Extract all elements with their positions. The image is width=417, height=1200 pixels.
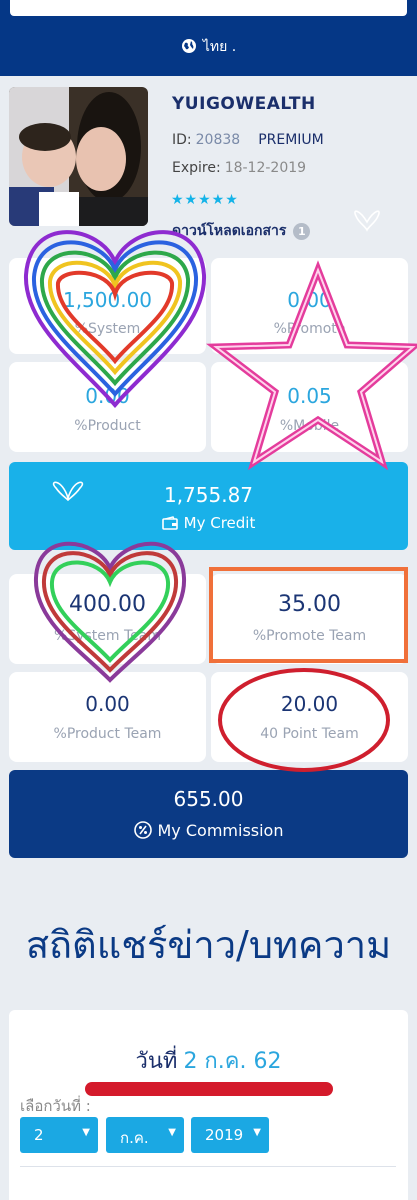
year-select[interactable]: 2019 ▼ <box>191 1117 269 1153</box>
expire-value: 18-12-2019 <box>224 160 307 176</box>
stat-label: %Promote <box>273 321 346 337</box>
caret-down-icon: ▼ <box>168 1127 176 1138</box>
year-value: 2019 <box>205 1126 244 1144</box>
selected-date-heading: วันที่ 2 ก.ค. 62 <box>0 1043 417 1078</box>
stat-card-mobile: 0.05 %Mobile <box>211 362 408 452</box>
team-label: %System Team <box>54 628 161 644</box>
commission-value: 655.00 <box>173 787 244 811</box>
credit-label: My Credit <box>183 514 256 532</box>
stat-label: %Product <box>74 418 141 434</box>
wallet-icon <box>161 516 178 534</box>
team-card-point: 20.00 40 Point Team <box>211 672 408 762</box>
commission-label-row: My Commission <box>9 821 408 843</box>
caret-down-icon: ▼ <box>82 1127 90 1138</box>
credit-label-row: My Credit <box>9 514 408 534</box>
stat-card-system: 1,500.00 %System <box>9 258 206 354</box>
caret-down-icon: ▼ <box>253 1127 261 1138</box>
top-bar: ไทย . <box>0 0 417 76</box>
team-value: 0.00 <box>85 692 130 716</box>
team-value: 400.00 <box>69 592 146 617</box>
membership-tier: PREMIUM <box>258 132 324 148</box>
day-value: 2 <box>34 1126 44 1144</box>
globe-icon <box>181 38 197 58</box>
stat-card-product: 0.00 %Product <box>9 362 206 452</box>
download-count-badge: 1 <box>293 223 311 240</box>
team-card-product: 0.00 %Product Team <box>9 672 206 762</box>
language-label: ไทย . <box>202 39 237 55</box>
stat-value: 0.00 <box>85 384 130 408</box>
my-credit-card[interactable]: 1,755.87 My Credit <box>9 462 408 550</box>
team-value: 35.00 <box>278 592 341 617</box>
avatar <box>9 87 148 226</box>
stat-value: 0.00 <box>287 288 332 312</box>
id-value: 20838 <box>195 132 241 148</box>
username: YUIGOWEALTH <box>172 94 316 114</box>
divider <box>20 1166 396 1167</box>
stat-card-promote: 0.00 %Promote <box>211 258 408 354</box>
date-label: วันที่ <box>135 1049 178 1074</box>
rating-stars: ★★★★★ <box>171 192 239 208</box>
team-label: 40 Point Team <box>260 726 359 742</box>
team-card-system: 400.00 %System Team <box>9 574 206 664</box>
stat-value: 0.05 <box>287 384 332 408</box>
month-value: ก.ค. <box>120 1129 149 1147</box>
stat-label: %Mobile <box>279 418 340 434</box>
team-label: %Product Team <box>53 726 162 742</box>
language-selector[interactable]: ไทย . <box>0 36 417 58</box>
my-commission-card[interactable]: 655.00 My Commission <box>9 770 408 858</box>
team-value: 20.00 <box>280 692 339 716</box>
download-label: ดาวน์โหลดเอกสาร <box>172 223 287 239</box>
month-select[interactable]: ก.ค. ▼ <box>106 1117 184 1153</box>
heart-outline-icon <box>354 210 380 232</box>
expire-row: Expire: 18-12-2019 <box>172 160 306 176</box>
date-value: 2 ก.ค. 62 <box>183 1049 282 1074</box>
day-select[interactable]: 2 ▼ <box>20 1117 98 1153</box>
member-id-row: ID: 20838 PREMIUM <box>172 132 324 148</box>
team-card-promote: 35.00 %Promote Team <box>211 574 408 664</box>
team-label: %Promote Team <box>252 628 367 644</box>
download-documents-link[interactable]: ดาวน์โหลดเอกสาร 1 <box>172 220 311 242</box>
stat-label: %System <box>74 321 141 337</box>
share-stats-title: สถิติแชร์ข่าว/บทความ <box>25 923 392 967</box>
id-label: ID: <box>172 132 192 148</box>
commission-label: My Commission <box>157 821 284 840</box>
expire-label: Expire: <box>172 160 221 176</box>
select-date-label: เลือกวันที่ : <box>20 1097 91 1115</box>
search-bar[interactable] <box>10 0 407 16</box>
percent-icon <box>133 821 152 843</box>
stat-value: 1,500.00 <box>62 288 153 312</box>
credit-value: 1,755.87 <box>163 483 254 507</box>
